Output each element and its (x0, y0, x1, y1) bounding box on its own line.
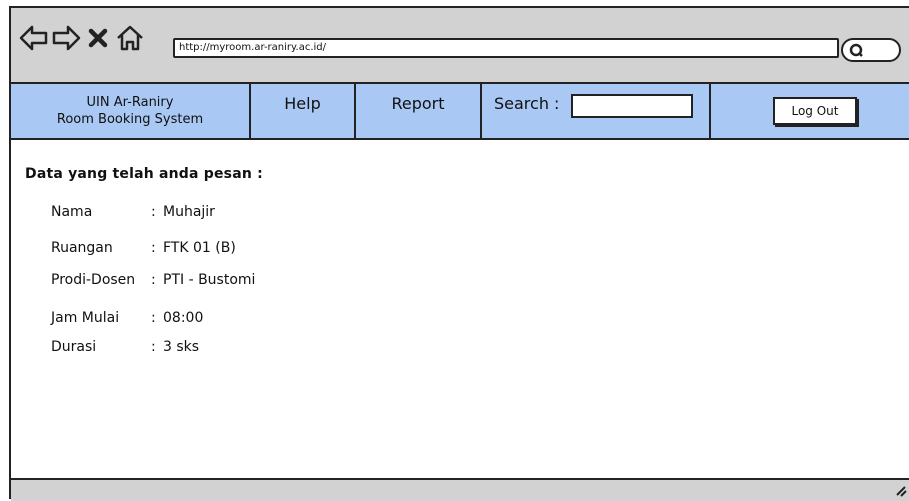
field-row-nama: Nama : Muhajir (51, 204, 215, 220)
logout-button[interactable]: Log Out (773, 97, 857, 125)
home-icon[interactable] (115, 24, 143, 52)
field-label: Jam Mulai (51, 310, 120, 326)
back-arrow-icon[interactable] (19, 24, 48, 52)
resize-handle-icon[interactable] (895, 482, 907, 501)
field-separator: : (151, 240, 156, 256)
search-input[interactable] (571, 94, 693, 118)
brand-line-2: Room Booking System (56, 112, 204, 127)
field-value: 08:00 (163, 310, 204, 326)
field-separator: : (151, 310, 156, 326)
browser-window: http://myroom.ar-raniry.ac.id/ UIN Ar-Ra… (9, 6, 909, 501)
brand: UIN Ar-Raniry Room Booking System (11, 84, 251, 138)
logout-cell: Log Out (711, 84, 909, 138)
field-value: 3 sks (163, 339, 200, 355)
browser-toolbar: http://myroom.ar-raniry.ac.id/ (11, 8, 909, 84)
field-label: Prodi-Dosen (51, 272, 136, 288)
field-label: Nama (51, 204, 93, 220)
field-label: Durasi (51, 339, 97, 355)
field-label: Ruangan (51, 240, 113, 256)
brand-line-1: UIN Ar-Raniry (86, 95, 174, 110)
field-separator: : (151, 204, 156, 220)
app-navbar: UIN Ar-Raniry Room Booking System Help R… (11, 84, 909, 140)
nav-search: Search : (482, 84, 711, 138)
browser-search-button[interactable] (841, 38, 901, 62)
booking-heading: Data yang telah anda pesan : (25, 166, 263, 182)
field-row-ruangan: Ruangan : FTK 01 (B) (51, 240, 236, 256)
browser-statusbar (11, 478, 909, 501)
close-icon[interactable] (85, 24, 113, 52)
field-row-jam-mulai: Jam Mulai : 08:00 (51, 310, 203, 326)
main-content: Data yang telah anda pesan : Nama : Muha… (11, 140, 909, 480)
field-separator: : (151, 272, 156, 288)
nav-report[interactable]: Report (356, 84, 482, 138)
field-row-prodi-dosen: Prodi-Dosen : PTI - Bustomi (51, 272, 255, 288)
url-bar[interactable]: http://myroom.ar-raniry.ac.id/ (173, 38, 839, 58)
nav-help[interactable]: Help (251, 84, 356, 138)
search-label: Search : (494, 94, 560, 113)
field-value: Muhajir (163, 204, 215, 220)
field-separator: : (151, 339, 156, 355)
field-row-durasi: Durasi : 3 sks (51, 339, 199, 355)
field-value: FTK 01 (B) (163, 240, 236, 256)
forward-arrow-icon[interactable] (51, 24, 81, 52)
field-value: PTI - Bustomi (163, 272, 256, 288)
